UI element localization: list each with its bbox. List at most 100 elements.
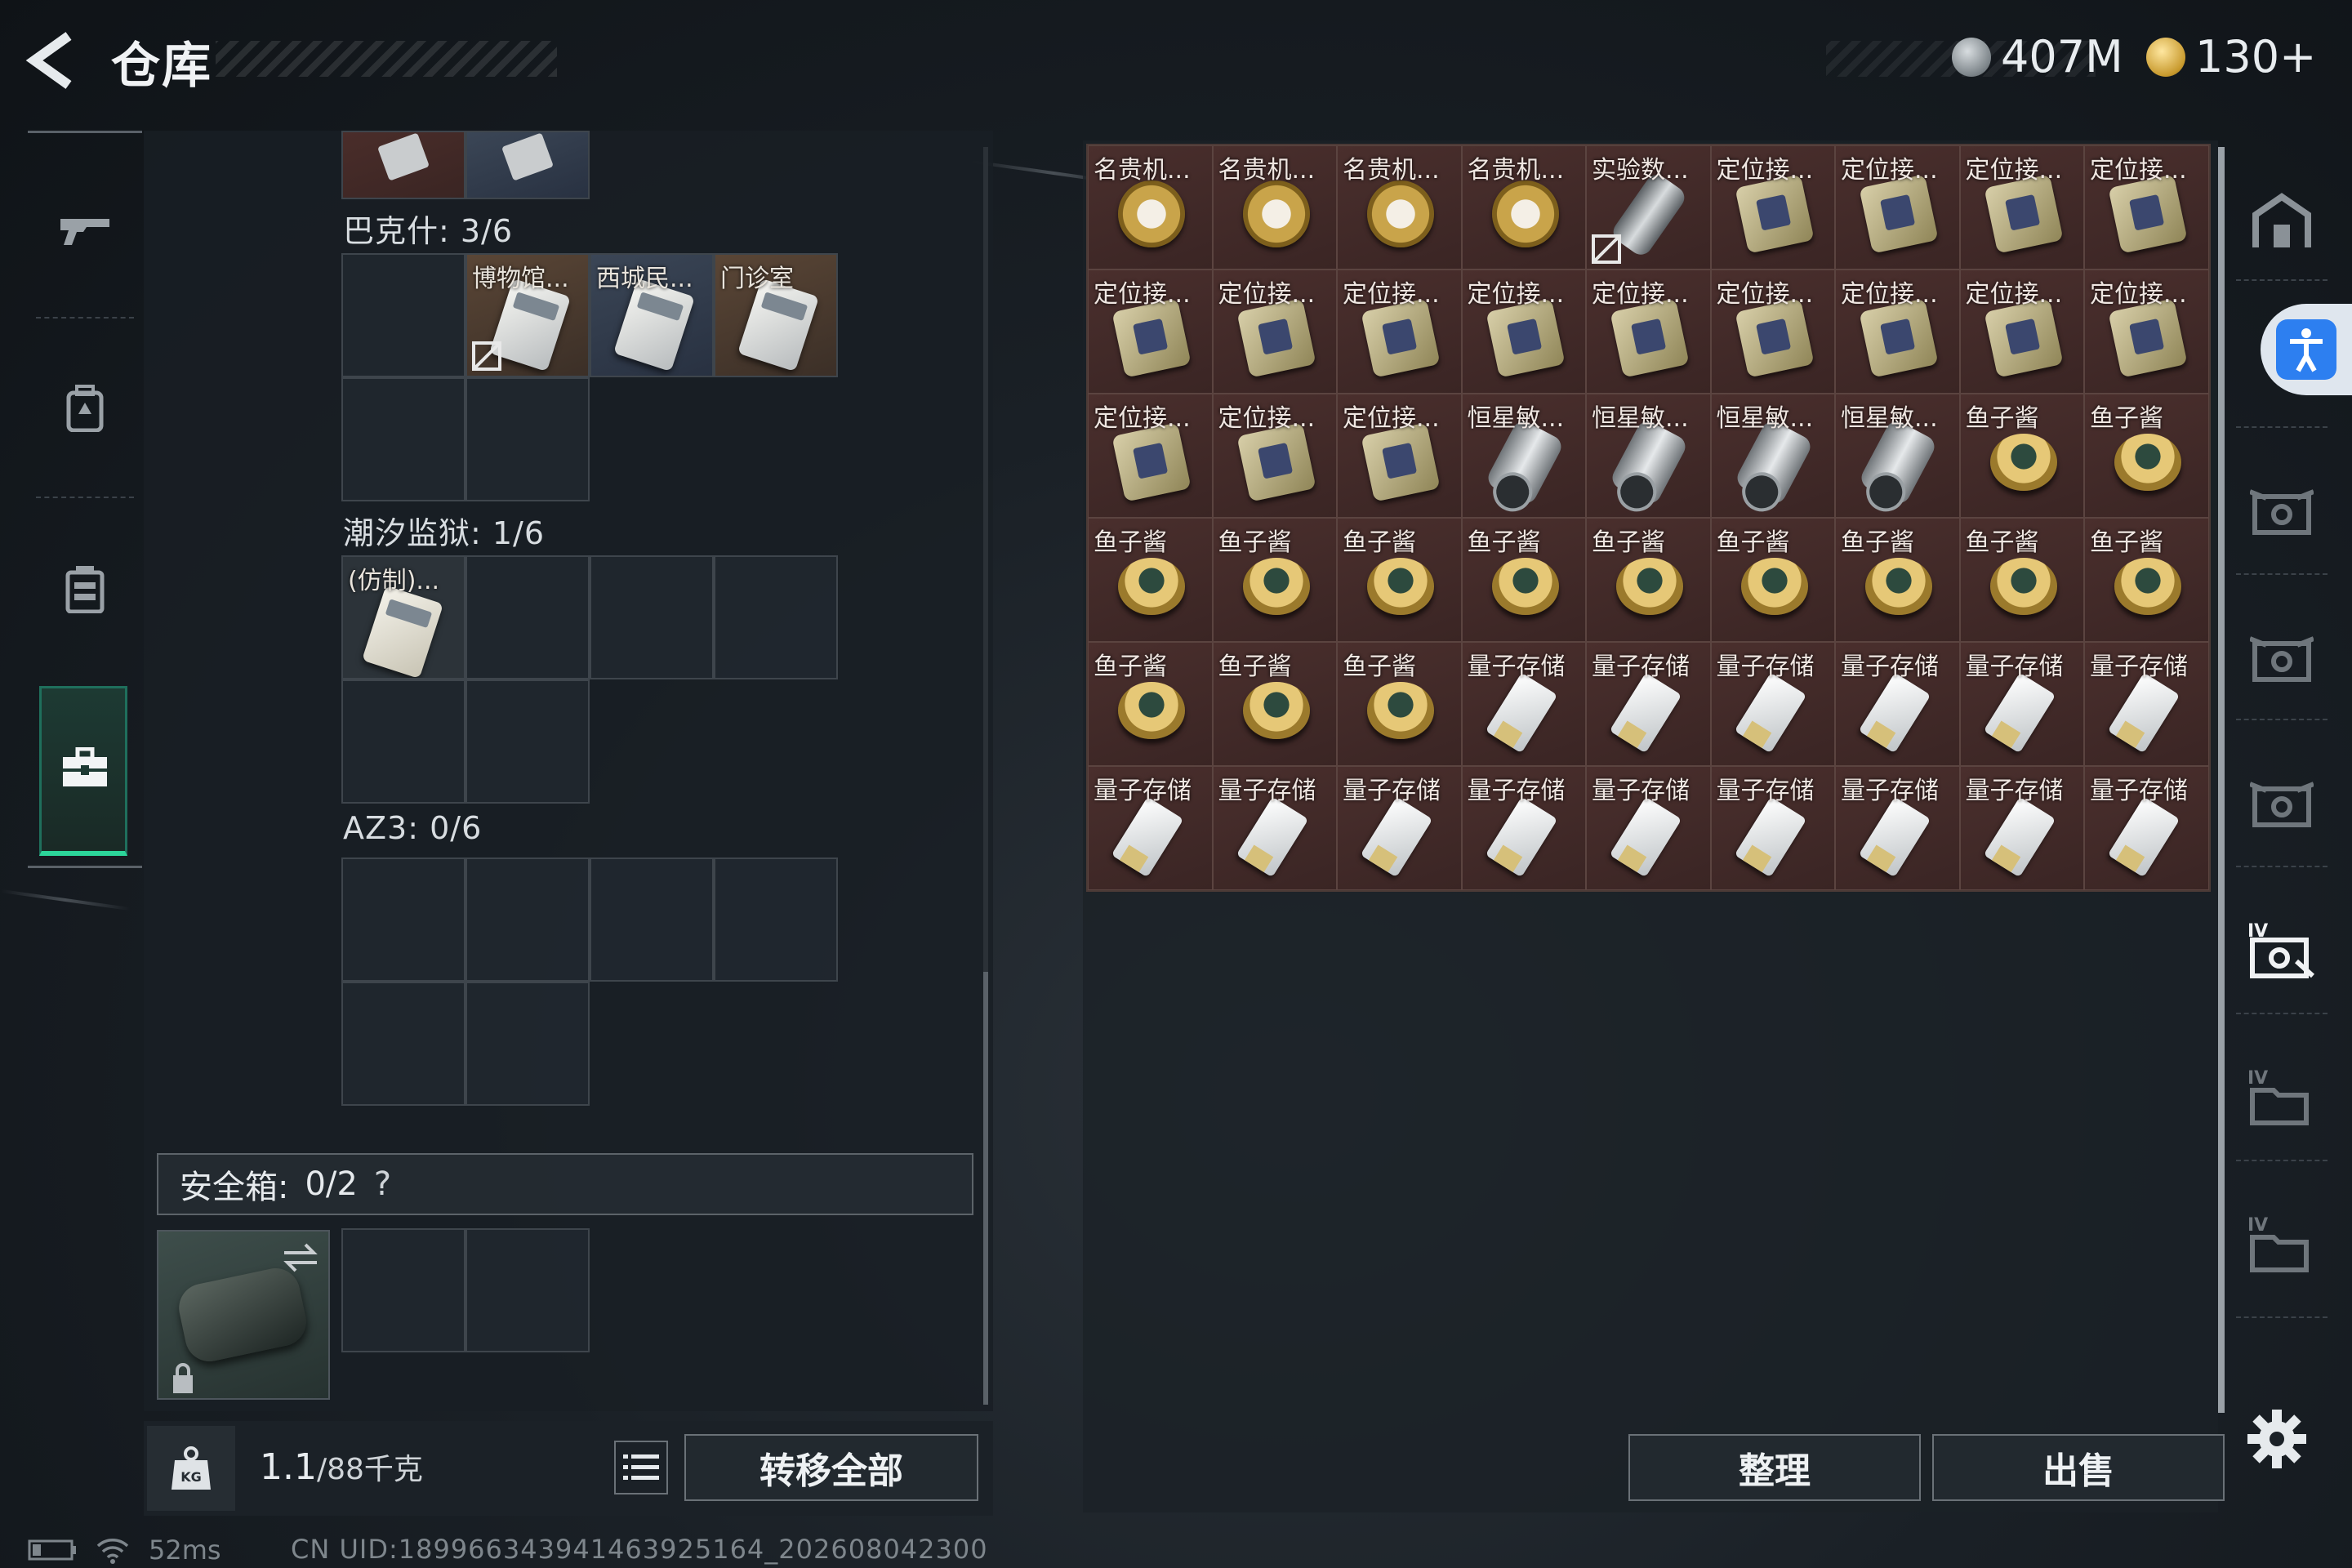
warehouse-item[interactable]: 定位接...	[1337, 270, 1462, 394]
storage-box-active-icon[interactable]: IV	[2247, 916, 2316, 985]
empty-slot[interactable]	[466, 555, 590, 679]
storage-box-icon[interactable]	[2247, 477, 2316, 546]
keycard-item[interactable]: 门诊室	[714, 253, 838, 377]
sort-button[interactable]: 整理	[1628, 1434, 1921, 1501]
warehouse-item[interactable]: 量子存储	[1461, 766, 1586, 890]
warehouse-item[interactable]: 恒星敏...	[1835, 394, 1960, 518]
warehouse-item[interactable]: 量子存储	[1088, 766, 1213, 890]
warehouse-item[interactable]: 恒星敏...	[1710, 394, 1835, 518]
empty-slot[interactable]	[341, 858, 466, 982]
empty-slot[interactable]	[714, 555, 838, 679]
warehouse-item[interactable]: 定位接...	[1959, 270, 2084, 394]
warehouse-item[interactable]: 定位接...	[1710, 145, 1835, 270]
warehouse-item[interactable]: 鱼子酱	[1337, 642, 1462, 766]
folder-icon[interactable]: IV	[2247, 1063, 2316, 1132]
warehouse-item[interactable]: 名贵机...	[1461, 145, 1586, 270]
scrollbar-thumb[interactable]	[983, 972, 988, 1405]
empty-slot[interactable]	[341, 253, 466, 377]
warehouse-item[interactable]: 量子存储	[1586, 766, 1711, 890]
warehouse-item[interactable]: 定位接...	[1586, 270, 1711, 394]
empty-slot[interactable]	[341, 982, 466, 1106]
storage-box-icon[interactable]	[2247, 624, 2316, 693]
warehouse-item[interactable]: 量子存储	[2084, 642, 2209, 766]
empty-slot[interactable]	[466, 982, 590, 1106]
warehouse-item[interactable]: 鱼子酱	[1586, 518, 1711, 642]
warehouse-item[interactable]: 恒星敏...	[1461, 394, 1586, 518]
warehouse-item[interactable]: 定位接...	[1959, 145, 2084, 270]
empty-slot[interactable]	[714, 858, 838, 982]
empty-slot[interactable]	[341, 377, 466, 501]
gun-icon[interactable]	[52, 198, 118, 263]
warehouse-item[interactable]: 实验数...	[1586, 145, 1711, 270]
item-slot[interactable]	[341, 131, 466, 199]
transfer-all-button[interactable]: 转移全部	[684, 1434, 978, 1501]
sell-button[interactable]: 出售	[1932, 1434, 2225, 1501]
empty-slot[interactable]	[466, 377, 590, 501]
warehouse-item[interactable]: 鱼子酱	[1088, 518, 1213, 642]
storage-box-icon[interactable]	[2247, 769, 2316, 838]
list-view-button[interactable]	[614, 1441, 668, 1494]
warehouse-item[interactable]: 鱼子酱	[1337, 518, 1462, 642]
empty-slot[interactable]	[341, 679, 466, 804]
folder-icon[interactable]: IV	[2247, 1210, 2316, 1279]
warehouse-item[interactable]: 鱼子酱	[1835, 518, 1960, 642]
warehouse-item[interactable]: 量子存储	[1835, 766, 1960, 890]
warehouse-item[interactable]: 定位接...	[1461, 270, 1586, 394]
warehouse-item[interactable]: 量子存储	[1835, 642, 1960, 766]
vest-icon[interactable]	[52, 557, 118, 622]
warehouse-item[interactable]: 定位接...	[1088, 394, 1213, 518]
warehouse-item[interactable]: 量子存储	[2084, 766, 2209, 890]
settings-gear-icon[interactable]	[2246, 1408, 2308, 1470]
warehouse-scrollbar[interactable]	[2218, 147, 2225, 1413]
empty-slot[interactable]	[590, 858, 714, 982]
help-icon[interactable]: ?	[374, 1165, 391, 1203]
empty-slot[interactable]	[466, 679, 590, 804]
warehouse-item[interactable]: 名贵机...	[1337, 145, 1462, 270]
warehouse-item[interactable]: 量子存储	[1710, 766, 1835, 890]
warehouse-item[interactable]: 量子存储	[1586, 642, 1711, 766]
warehouse-item[interactable]: 定位接...	[1212, 270, 1337, 394]
currency-gold[interactable]: 130+	[2146, 31, 2316, 82]
warehouse-item[interactable]: 鱼子酱	[1088, 642, 1213, 766]
warehouse-item[interactable]: 名贵机...	[1088, 145, 1213, 270]
warehouse-item[interactable]: 定位接...	[1337, 394, 1462, 518]
warehouse-item[interactable]: 定位接...	[1835, 270, 1960, 394]
toolbox-icon[interactable]	[52, 735, 118, 800]
warehouse-item[interactable]: 鱼子酱	[1212, 518, 1337, 642]
empty-slot[interactable]	[590, 555, 714, 679]
warehouse-item[interactable]: 恒星敏...	[1586, 394, 1711, 518]
safe-box-case[interactable]	[157, 1230, 330, 1400]
warehouse-item[interactable]: 量子存储	[1710, 642, 1835, 766]
warehouse-home-icon[interactable]	[2247, 186, 2316, 255]
warehouse-item[interactable]: 定位接...	[2084, 145, 2209, 270]
keycard-item[interactable]: (仿制)...	[341, 555, 466, 679]
empty-slot[interactable]	[466, 1228, 590, 1352]
warehouse-item[interactable]: 定位接...	[1835, 145, 1960, 270]
swap-icon[interactable]	[281, 1241, 320, 1274]
warehouse-item[interactable]: 定位接...	[2084, 270, 2209, 394]
warehouse-item[interactable]: 量子存储	[1337, 766, 1462, 890]
warehouse-item[interactable]: 鱼子酱	[1461, 518, 1586, 642]
keycard-item[interactable]: 西城民...	[590, 253, 714, 377]
empty-slot[interactable]	[466, 858, 590, 982]
warehouse-item[interactable]: 鱼子酱	[1959, 518, 2084, 642]
warehouse-item[interactable]: 量子存储	[1959, 642, 2084, 766]
warehouse-item[interactable]: 定位接...	[1088, 270, 1213, 394]
warehouse-item[interactable]: 鱼子酱	[2084, 394, 2209, 518]
back-button[interactable]	[23, 29, 88, 91]
warehouse-item[interactable]: 定位接...	[1212, 394, 1337, 518]
warehouse-item[interactable]: 鱼子酱	[1212, 642, 1337, 766]
warehouse-item[interactable]: 量子存储	[1212, 766, 1337, 890]
warehouse-item[interactable]: 鱼子酱	[1959, 394, 2084, 518]
backpack-icon[interactable]	[52, 376, 118, 441]
item-slot[interactable]	[466, 131, 590, 199]
warehouse-item[interactable]: 鱼子酱	[1710, 518, 1835, 642]
warehouse-item[interactable]: 鱼子酱	[2084, 518, 2209, 642]
warehouse-item[interactable]: 定位接...	[1710, 270, 1835, 394]
keycard-item[interactable]: 博物馆...	[466, 253, 590, 377]
warehouse-item[interactable]: 名贵机...	[1212, 145, 1337, 270]
empty-slot[interactable]	[341, 1228, 466, 1352]
warehouse-item[interactable]: 量子存储	[1959, 766, 2084, 890]
accessibility-button[interactable]	[2261, 304, 2352, 395]
warehouse-item[interactable]: 量子存储	[1461, 642, 1586, 766]
